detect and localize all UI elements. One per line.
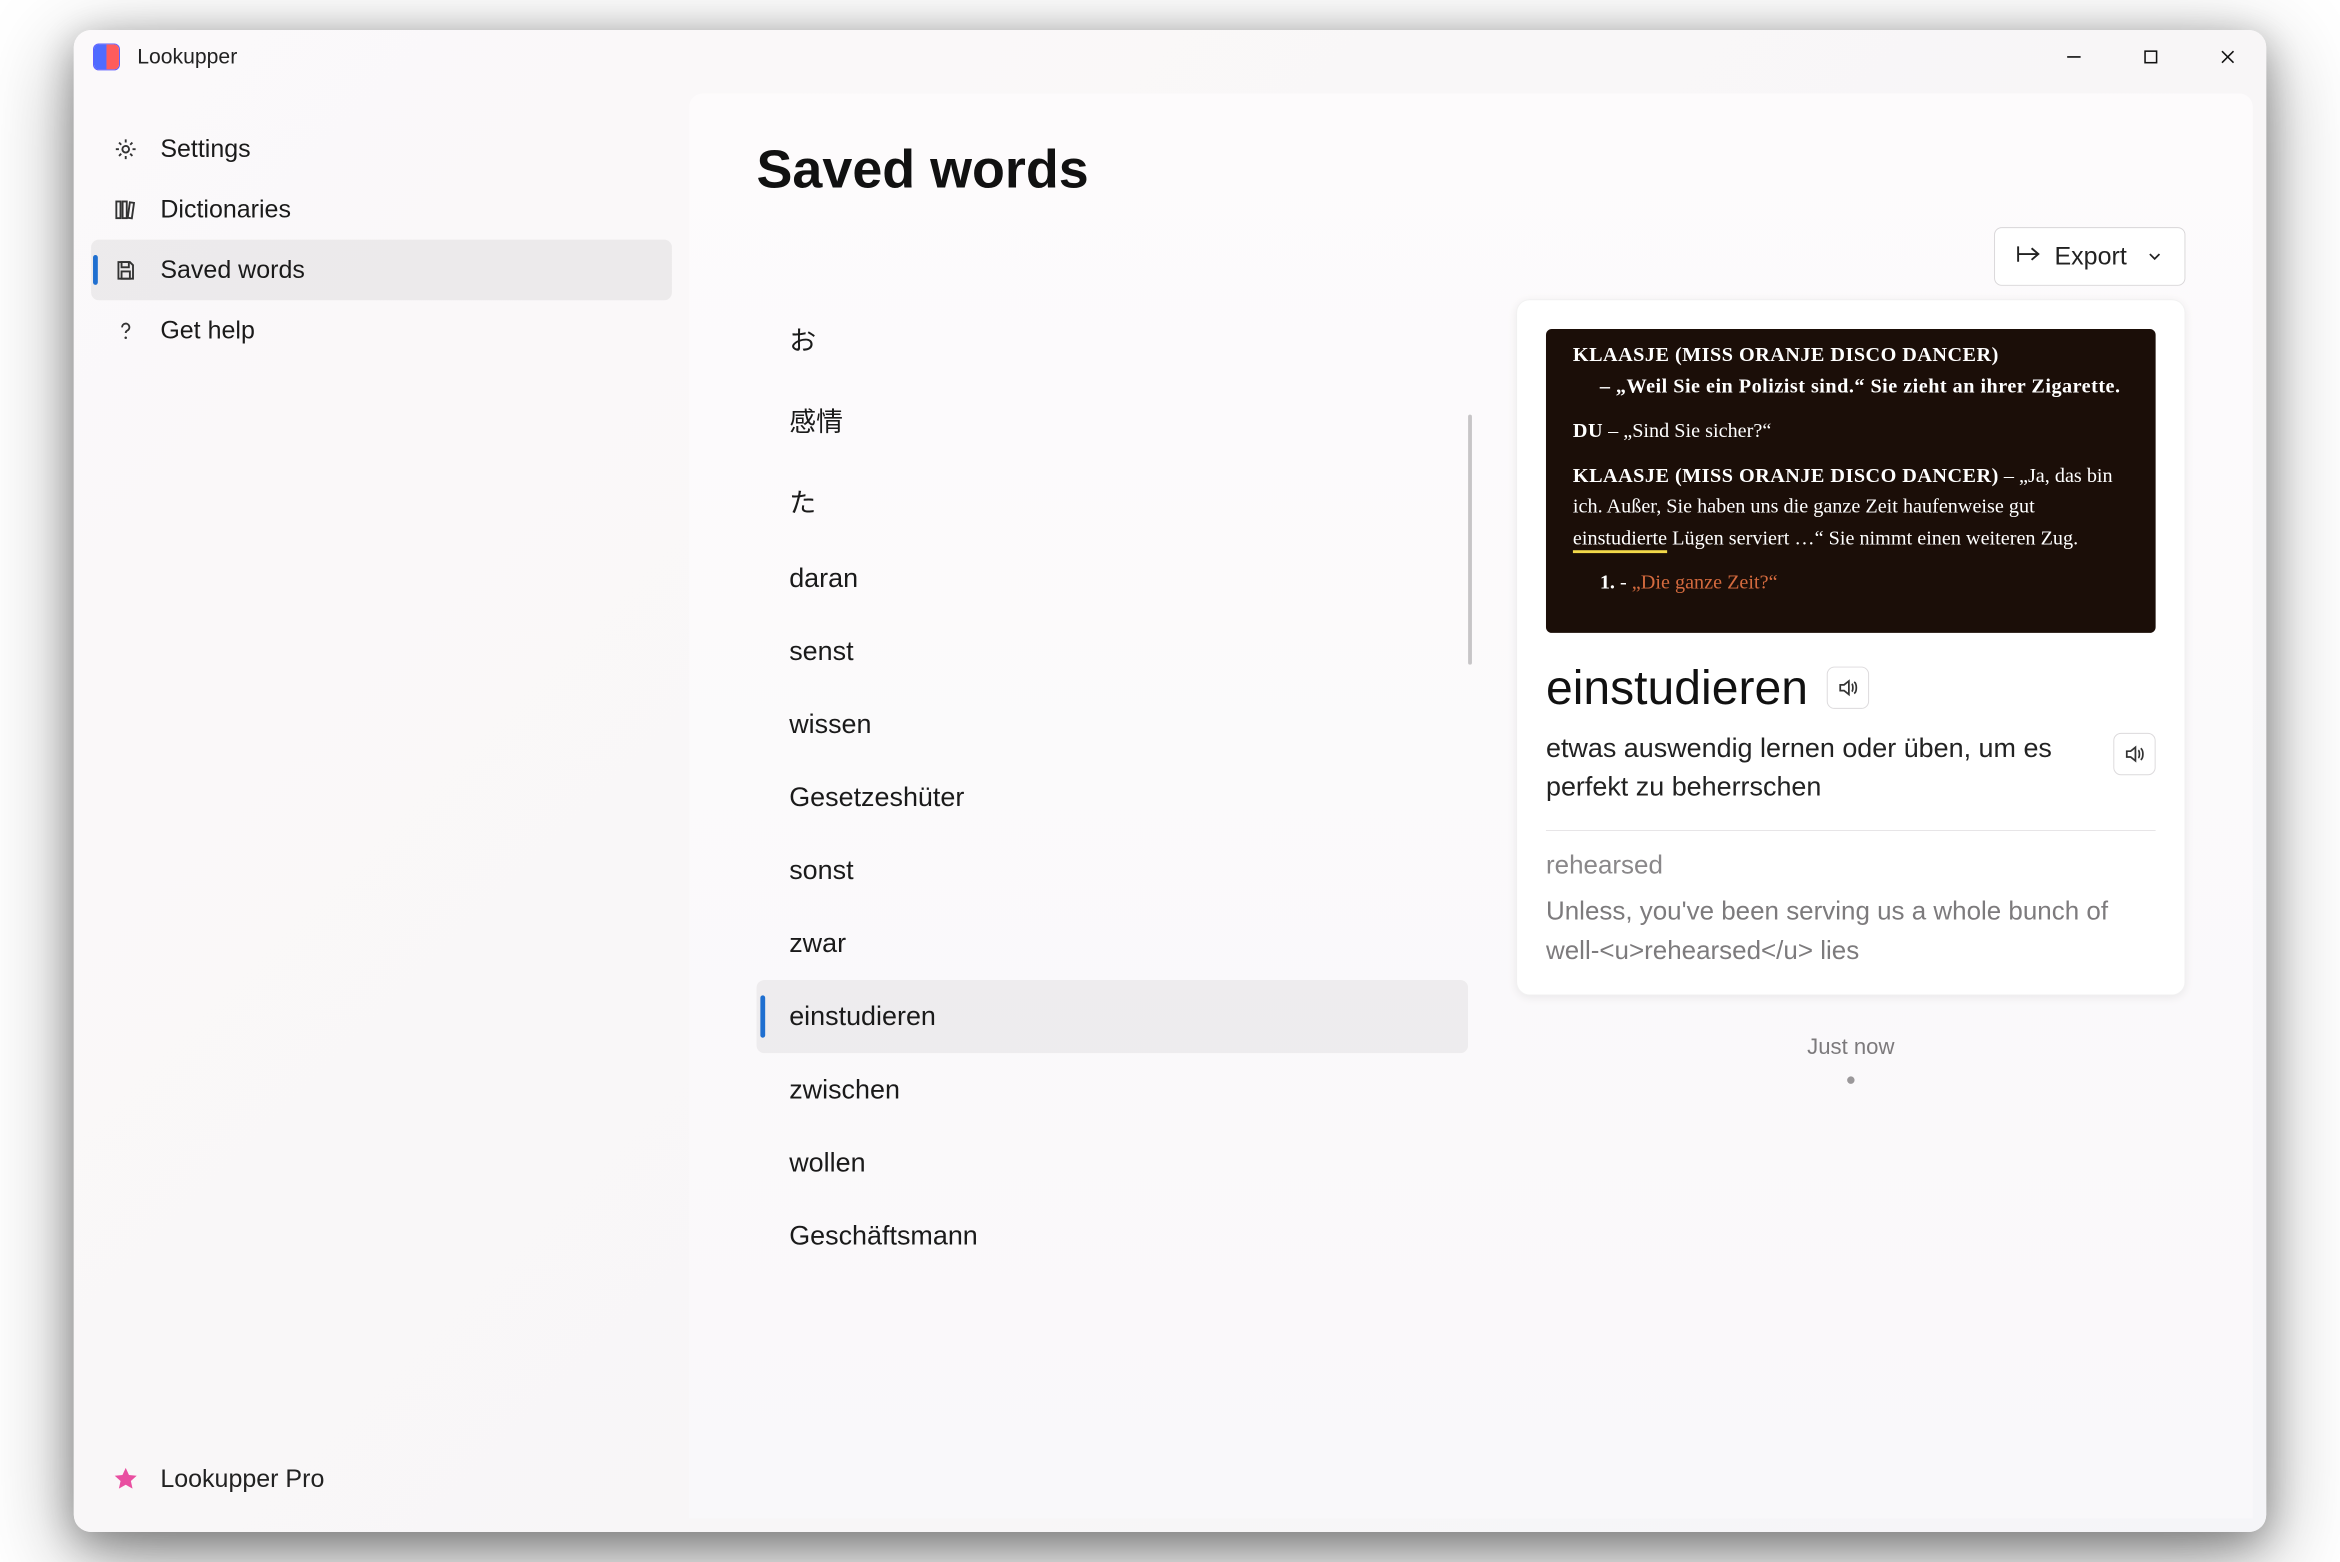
chevron-down-icon [2146, 242, 2163, 272]
window-controls [2035, 30, 2266, 84]
timestamp: Just now [1516, 1034, 2185, 1060]
maximize-icon [2142, 48, 2159, 65]
speaker-icon [1837, 676, 1860, 699]
sidebar: SettingsDictionariesSaved wordsGet help … [74, 84, 689, 1532]
app-icon [93, 43, 120, 70]
sidebar-item-saved-words[interactable]: Saved words [91, 240, 672, 301]
sidebar-item-label: Get help [160, 316, 255, 346]
word-row[interactable]: senst [757, 615, 1469, 688]
headword: einstudieren [1546, 660, 1808, 716]
context-choice-num: 1. [1600, 571, 1615, 594]
translation-gloss: rehearsed [1546, 850, 2156, 880]
speaker-icon [2123, 742, 2146, 765]
main-panel: Saved words Export お感情たdaransenstwissenG… [689, 93, 2253, 1518]
word-card: KLAASJE (MISS ORANJE DISCO DANCER) – „We… [1516, 299, 2185, 995]
context-text-2b: Lügen serviert …“ Sie nimmt einen weiter… [1667, 526, 2078, 549]
sidebar-item-label: Saved words [160, 255, 305, 285]
toolbar: Export [757, 227, 2186, 286]
books-icon [112, 196, 139, 223]
sidebar-item-dictionaries[interactable]: Dictionaries [91, 179, 672, 240]
maximize-button[interactable] [2112, 30, 2189, 84]
sidebar-pro-label: Lookupper Pro [160, 1464, 324, 1494]
sidebar-item-settings[interactable]: Settings [91, 118, 672, 179]
export-icon [2016, 242, 2041, 272]
definition-row: etwas auswendig lernen oder üben, um es … [1546, 729, 2156, 831]
word-row[interactable]: Gesetzeshüter [757, 761, 1469, 834]
page-title: Saved words [757, 138, 2186, 201]
context-highlight: einstudierte [1573, 526, 1667, 553]
word-row[interactable]: zwischen [757, 1053, 1469, 1126]
sidebar-item-get-help[interactable]: Get help [91, 300, 672, 361]
save-icon [112, 256, 139, 283]
word-row[interactable]: daran [757, 542, 1469, 615]
pronounce-headword-button[interactable] [1827, 666, 1869, 708]
context-text-1: – „Sind Sie sicher?“ [1603, 419, 1771, 442]
export-label: Export [2055, 242, 2127, 272]
context-choice-dash: - [1615, 571, 1632, 594]
word-row[interactable]: wollen [757, 1126, 1469, 1199]
example-sentence: Unless, you've been serving us a whole b… [1546, 892, 2156, 970]
context-choice-text: „Die ganze Zeit?“ [1632, 571, 1778, 594]
app-window: Lookupper Settings Dictionaries Saved word… [74, 30, 2266, 1532]
word-list[interactable]: お感情たdaransenstwissenGesetzeshütersonstzw… [757, 299, 1469, 1499]
word-row[interactable]: wissen [757, 688, 1469, 761]
word-list-wrap: お感情たdaransenstwissenGesetzeshütersonstzw… [757, 299, 1469, 1499]
sidebar-item-label: Dictionaries [160, 194, 291, 224]
context-speaker-1: DU [1573, 419, 1603, 442]
question-icon [112, 317, 139, 344]
pronounce-definition-button[interactable] [2113, 733, 2155, 775]
content-row: お感情たdaransenstwissenGesetzeshütersonstzw… [757, 299, 2186, 1499]
word-row[interactable]: た [757, 461, 1469, 542]
word-row[interactable]: 感情 [757, 380, 1469, 461]
minimize-icon [2065, 48, 2082, 65]
star-icon [112, 1465, 139, 1492]
word-row[interactable]: sonst [757, 834, 1469, 907]
context-text-0: – „Weil Sie ein Polizist sind.“ Sie zieh… [1573, 370, 2129, 401]
titlebar: Lookupper [74, 30, 2266, 84]
context-screenshot: KLAASJE (MISS ORANJE DISCO DANCER) – „We… [1546, 329, 2156, 633]
word-row[interactable]: zwar [757, 907, 1469, 980]
app-body: SettingsDictionariesSaved wordsGet help … [74, 84, 2266, 1532]
word-row[interactable]: お [757, 299, 1469, 380]
app-title: Lookupper [137, 44, 237, 69]
close-button[interactable] [2189, 30, 2266, 84]
word-row[interactable]: Geschäftsmann [757, 1199, 1469, 1272]
scrollbar[interactable] [1468, 415, 1472, 665]
sidebar-item-label: Settings [160, 134, 250, 164]
headword-row: einstudieren [1546, 660, 2156, 716]
context-speaker-0: KLAASJE (MISS ORANJE DISCO DANCER) [1573, 343, 1999, 366]
context-speaker-2: KLAASJE (MISS ORANJE DISCO DANCER) [1573, 463, 1999, 486]
minimize-button[interactable] [2035, 30, 2112, 84]
definition-text: etwas auswendig lernen oder üben, um es … [1546, 729, 2094, 807]
sidebar-item-pro[interactable]: Lookupper Pro [91, 1448, 672, 1509]
close-icon [2218, 47, 2237, 66]
gear-icon [112, 135, 139, 162]
detail-column: KLAASJE (MISS ORANJE DISCO DANCER) – „We… [1516, 299, 2185, 1499]
export-button[interactable]: Export [1994, 227, 2186, 286]
page-indicator: ● [1516, 1069, 2185, 1089]
word-row[interactable]: einstudieren [757, 980, 1469, 1053]
